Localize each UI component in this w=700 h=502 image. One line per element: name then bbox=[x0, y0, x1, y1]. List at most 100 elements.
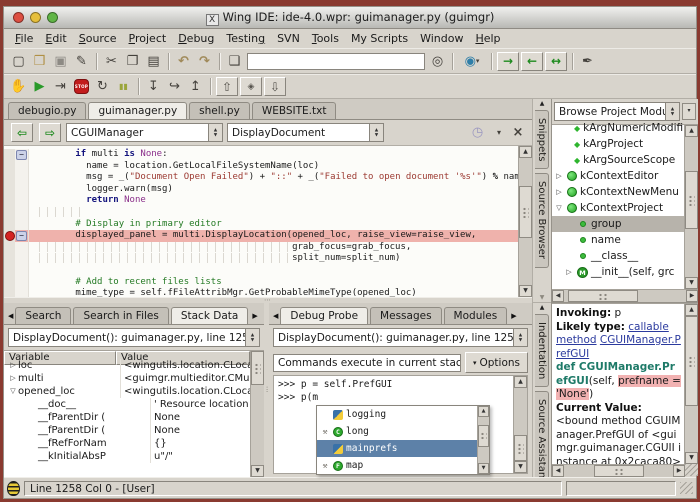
panel-tab-search-in-files[interactable]: Search in Files bbox=[73, 307, 168, 324]
tree-item--class-[interactable]: __class__ bbox=[552, 248, 684, 264]
tree-item-kargnumericmodifi[interactable]: ◆kArgNumericModifi bbox=[552, 120, 684, 136]
popup-vscrollbar[interactable]: ▲ ▼ bbox=[477, 406, 489, 474]
copy-button[interactable]: ❐ bbox=[122, 52, 143, 71]
scrollbar-track[interactable] bbox=[514, 388, 527, 461]
fold-margin[interactable]: − bbox=[15, 149, 29, 161]
tab-snippets[interactable]: Snippets bbox=[535, 110, 549, 169]
menu-my-scripts[interactable]: My Scripts bbox=[345, 31, 414, 46]
stop-debug-button[interactable]: STOP bbox=[71, 77, 92, 96]
scrollbar-thumb[interactable] bbox=[594, 465, 644, 477]
search-options-button[interactable]: ◉▾ bbox=[457, 52, 487, 71]
menu-project[interactable]: Project bbox=[123, 31, 173, 46]
assistant-vscrollbar[interactable]: ▲ ▼ bbox=[684, 304, 698, 464]
fold-margin[interactable] bbox=[15, 265, 29, 277]
resize-grip[interactable] bbox=[680, 482, 693, 494]
menu-debug[interactable]: Debug bbox=[172, 31, 220, 46]
scrollbar-thumb[interactable] bbox=[514, 435, 527, 461]
panel-tab-debug-probe[interactable]: Debug Probe bbox=[280, 307, 368, 324]
callable-link[interactable]: callable bbox=[628, 321, 669, 333]
scroll-up-button[interactable]: ▲ bbox=[685, 304, 698, 316]
fold-margin[interactable] bbox=[15, 277, 29, 289]
tree-vscrollbar[interactable]: ▲ ▼ bbox=[684, 125, 698, 289]
expander-icon[interactable]: ▷ bbox=[554, 172, 564, 180]
breakpoint-margin[interactable] bbox=[4, 195, 15, 207]
code-editor[interactable]: − if multi is None: name = location.GetL… bbox=[4, 146, 518, 297]
editor-menu-button[interactable]: ▾ bbox=[492, 123, 506, 142]
run-debug-button[interactable]: ▶ bbox=[29, 77, 50, 96]
expander-icon[interactable]: ▽ bbox=[554, 204, 564, 212]
scrollbar-thumb[interactable] bbox=[685, 171, 698, 229]
open-file-button[interactable]: ❒ bbox=[29, 52, 50, 71]
expander-icon[interactable]: ▽ bbox=[8, 385, 18, 398]
tab-source-browser[interactable]: Source Browser bbox=[535, 173, 549, 267]
browse-mode-combo[interactable]: Browse Project Modules▲▼ bbox=[554, 102, 680, 121]
scroll-up-button[interactable]: ▲ bbox=[685, 125, 698, 137]
editor-tab-shell-py[interactable]: shell.py bbox=[189, 102, 250, 119]
scroll-down-button[interactable]: ▼ bbox=[514, 461, 527, 473]
pause-debug-button[interactable]: ✋ bbox=[8, 77, 29, 96]
completion-item-logging[interactable]: logging bbox=[317, 406, 477, 423]
editor-tab-debugio-py[interactable]: debugio.py bbox=[8, 102, 86, 119]
scroll-right-button[interactable]: ▶ bbox=[673, 465, 685, 477]
fold-margin[interactable] bbox=[15, 195, 29, 207]
tree-item-kargproject[interactable]: ◆kArgProject bbox=[552, 136, 684, 152]
scroll-right-button[interactable]: ▶ bbox=[686, 290, 698, 302]
breakpoint-margin[interactable] bbox=[4, 219, 15, 231]
scrollbar-track[interactable] bbox=[564, 465, 673, 477]
tab-scroll-right-icon[interactable]: ▶ bbox=[250, 312, 259, 324]
tree-item--init-self-grc[interactable]: ▷M__init__(self, grc bbox=[552, 264, 684, 280]
tree-item-name[interactable]: name bbox=[552, 232, 684, 248]
scrollbar-thumb[interactable] bbox=[685, 316, 698, 406]
spinner-icon[interactable]: ▲▼ bbox=[208, 124, 222, 141]
search-go-button[interactable]: ◎ bbox=[427, 52, 448, 71]
symbol-combo[interactable]: DisplayDocument▲▼ bbox=[227, 123, 384, 142]
scroll-up-button[interactable]: ▲ bbox=[478, 406, 489, 417]
breakpoint-margin[interactable] bbox=[4, 265, 15, 277]
tree-hscrollbar[interactable]: ◀ ▶ bbox=[552, 289, 698, 302]
restart-debug-button[interactable]: ↻ bbox=[92, 77, 113, 96]
wing-tips-button[interactable]: ✒ bbox=[577, 52, 598, 71]
scroll-left-button[interactable]: ◀ bbox=[552, 290, 564, 302]
tab-scroll-right-icon[interactable]: ▶ bbox=[509, 312, 518, 324]
spinner-icon[interactable]: ▲▼ bbox=[369, 124, 383, 141]
editor-tab-guimanager-py[interactable]: guimanager.py bbox=[88, 102, 187, 119]
menu-window[interactable]: Window bbox=[414, 31, 469, 46]
fold-margin[interactable] bbox=[15, 288, 29, 297]
frame-up-button[interactable]: ⇧ bbox=[216, 77, 238, 96]
expander-icon[interactable]: ▷ bbox=[564, 268, 574, 276]
panel-tab-search[interactable]: Search bbox=[15, 307, 71, 324]
table-vscrollbar[interactable]: ▼ bbox=[250, 351, 264, 477]
title-bar[interactable]: XWing IDE: ide-4.0.wpr: guimanager.py (g… bbox=[4, 7, 696, 29]
scrollbar-thumb[interactable] bbox=[568, 290, 638, 302]
redo-button[interactable]: ↷ bbox=[194, 52, 215, 71]
debug-console[interactable]: >>> p = self.PrefGUI >>> p(m logging⚒Clo… bbox=[273, 375, 528, 474]
breakpoint-margin[interactable] bbox=[4, 172, 15, 184]
breakpoint-margin[interactable] bbox=[4, 253, 15, 265]
tree-item-group[interactable]: group bbox=[552, 216, 684, 232]
search-document-button[interactable]: ❑ bbox=[224, 52, 245, 71]
menu-file[interactable]: File bbox=[9, 31, 39, 46]
tab-scroll-left-icon[interactable]: ◀ bbox=[271, 312, 280, 324]
breakpoint-margin[interactable] bbox=[4, 161, 15, 173]
debug-bug-icon[interactable] bbox=[7, 481, 20, 496]
completion-item-mainprefs[interactable]: mainprefs bbox=[317, 440, 477, 457]
scroll-up-button[interactable]: ▲ bbox=[514, 376, 527, 388]
undo-button[interactable]: ↶ bbox=[173, 52, 194, 71]
frame-down-button[interactable]: ⇩ bbox=[264, 77, 286, 96]
scope-combo[interactable]: CGUIManager▲▼ bbox=[66, 123, 223, 142]
probe-frame-combo[interactable]: DisplayDocument(): guimanager.py, line 1… bbox=[273, 328, 528, 347]
fold-collapse-icon[interactable]: − bbox=[16, 231, 27, 241]
expander-icon[interactable]: ▷ bbox=[8, 359, 18, 372]
menu-source[interactable]: Source bbox=[73, 31, 123, 46]
nav-forward-button[interactable]: ⇨ bbox=[39, 123, 61, 142]
breakpoint-margin[interactable] bbox=[4, 230, 15, 242]
scrollbar-track[interactable] bbox=[564, 290, 686, 302]
strip-down-icon[interactable]: ▼ bbox=[540, 293, 545, 302]
menu-testing[interactable]: Testing bbox=[220, 31, 271, 46]
scroll-down-button[interactable]: ▼ bbox=[478, 463, 489, 474]
module-tree[interactable]: ◆kArgNumericModifi◆kArgProject◆kArgSourc… bbox=[552, 120, 684, 289]
scrollbar-thumb[interactable] bbox=[478, 425, 489, 447]
scrollbar-track[interactable] bbox=[685, 316, 698, 452]
tab-scroll-left-icon[interactable]: ◀ bbox=[6, 312, 15, 324]
scrollbar-track[interactable] bbox=[478, 417, 489, 463]
